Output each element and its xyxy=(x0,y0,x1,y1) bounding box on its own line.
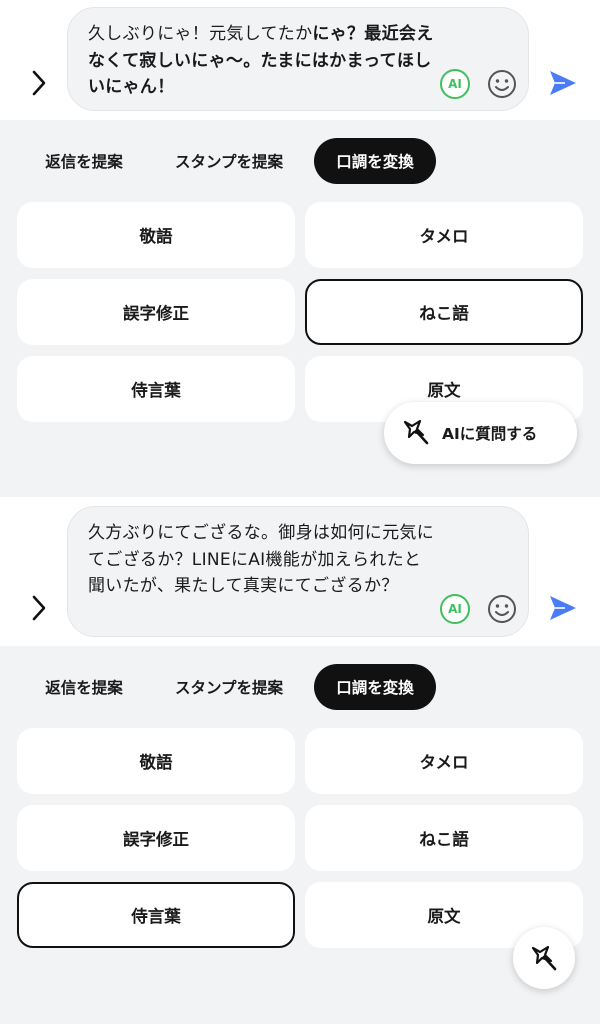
option-tameguchi[interactable]: タメロ xyxy=(305,202,583,268)
ai-tool-area: 返信を提案 スタンプを提案 口調を変換 敬語 タメロ 誤字修正 ねこ語 侍言葉 … xyxy=(0,646,600,1024)
smiley-icon[interactable] xyxy=(486,68,518,100)
tool-tabs: 返信を提案 スタンプを提案 口調を変換 xyxy=(0,664,600,710)
compose-row: 久しぶりにゃ！元気してたかにゃ？最近会えなくて寂しいにゃ〜。たまにはかまってほし… xyxy=(0,0,600,120)
message-input[interactable]: 久方ぶりにてござるな。御身は如何に元気にてござるか？LINEにAI機能が加えられ… xyxy=(67,506,529,637)
tab-convert-tone[interactable]: 口調を変換 xyxy=(314,664,436,710)
ai-badge-icon[interactable]: AI xyxy=(440,594,470,624)
option-typo-fix[interactable]: 誤字修正 xyxy=(17,805,295,871)
message-text-normal: 久方ぶりにてござるな。御身は如何に元気にてござるか？LINEにAI機能が加えられ… xyxy=(88,523,434,596)
magic-wand-icon xyxy=(531,945,557,971)
magic-wand-icon xyxy=(403,419,429,445)
message-text: 久方ぶりにてござるな。御身は如何に元気にてござるか？LINEにAI機能が加えられ… xyxy=(88,520,438,600)
ask-ai-label: AIに質問する xyxy=(442,425,538,443)
chevron-right-icon[interactable] xyxy=(26,593,52,623)
option-keigo[interactable]: 敬語 xyxy=(17,202,295,268)
compose-panel-catspeak: 久しぶりにゃ！元気してたかにゃ？最近会えなくて寂しいにゃ〜。たまにはかまってほし… xyxy=(0,0,600,497)
smiley-icon[interactable] xyxy=(486,593,518,625)
option-typo-fix[interactable]: 誤字修正 xyxy=(17,279,295,345)
tab-suggest-sticker[interactable]: スタンプを提案 xyxy=(158,138,300,184)
ask-ai-button[interactable]: AIに質問する xyxy=(384,402,577,464)
tab-suggest-reply[interactable]: 返信を提案 xyxy=(28,138,140,184)
send-icon[interactable] xyxy=(546,591,580,625)
ai-tool-area: 返信を提案 スタンプを提案 口調を変換 敬語 タメロ 誤字修正 ねこ語 侍言葉 … xyxy=(0,120,600,497)
compose-row: 久方ぶりにてござるな。御身は如何に元気にてござるか？LINEにAI機能が加えられ… xyxy=(0,497,600,646)
option-tameguchi[interactable]: タメロ xyxy=(305,728,583,794)
option-keigo[interactable]: 敬語 xyxy=(17,728,295,794)
message-text: 久しぶりにゃ！元気してたかにゃ？最近会えなくて寂しいにゃ〜。たまにはかまってほし… xyxy=(88,21,438,101)
option-catspeak[interactable]: ねこ語 xyxy=(305,805,583,871)
tab-suggest-reply[interactable]: 返信を提案 xyxy=(28,664,140,710)
ai-assist-button[interactable] xyxy=(513,927,575,989)
message-input[interactable]: 久しぶりにゃ！元気してたかにゃ？最近会えなくて寂しいにゃ〜。たまにはかまってほし… xyxy=(67,7,529,111)
send-icon[interactable] xyxy=(546,66,580,100)
compose-panel-samurai: 久方ぶりにてござるな。御身は如何に元気にてござるか？LINEにAI機能が加えられ… xyxy=(0,497,600,1024)
option-samurai[interactable]: 侍言葉 xyxy=(17,356,295,422)
chevron-right-icon[interactable] xyxy=(26,68,52,98)
message-text-normal: 久しぶりにゃ！元気してたか xyxy=(88,24,313,44)
tab-suggest-sticker[interactable]: スタンプを提案 xyxy=(158,664,300,710)
option-catspeak[interactable]: ねこ語 xyxy=(305,279,583,345)
tab-convert-tone[interactable]: 口調を変換 xyxy=(314,138,436,184)
tool-tabs: 返信を提案 スタンプを提案 口調を変換 xyxy=(0,138,600,184)
ai-badge-icon[interactable]: AI xyxy=(440,69,470,99)
option-samurai[interactable]: 侍言葉 xyxy=(17,882,295,948)
